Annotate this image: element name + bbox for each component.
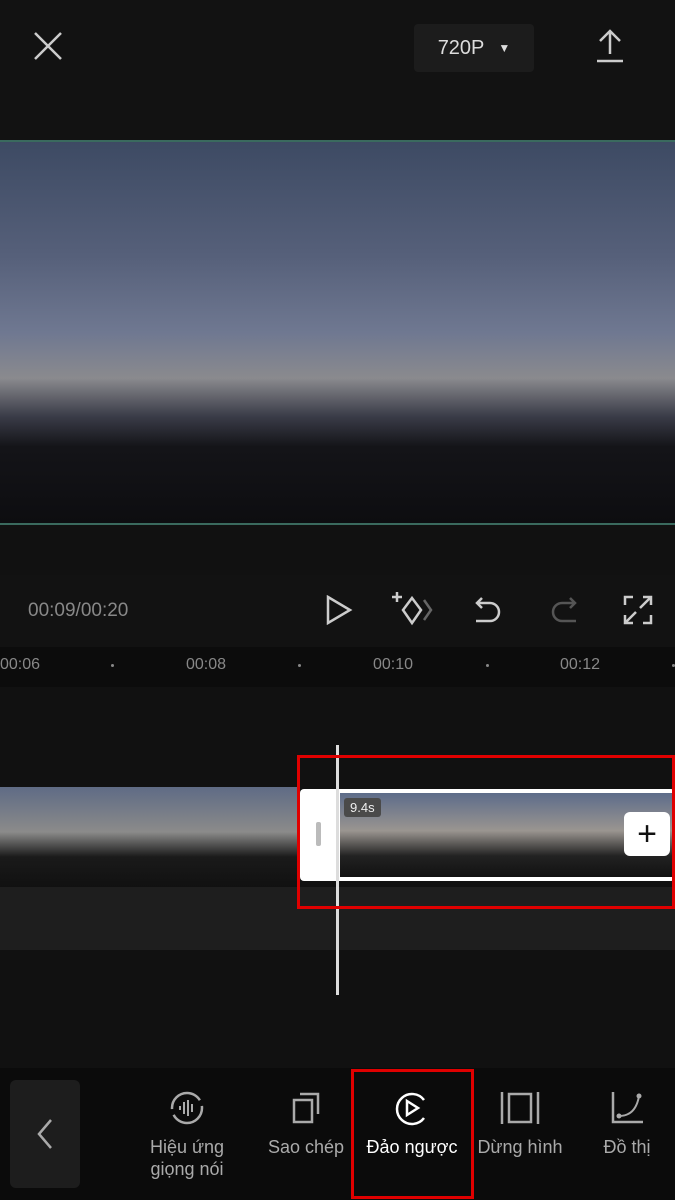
tool-curve[interactable]: Đồ thị: [572, 1090, 675, 1158]
chevron-left-icon: [37, 1119, 52, 1149]
video-preview[interactable]: [0, 140, 675, 525]
tool-copy[interactable]: Sao chép: [251, 1090, 361, 1158]
play-icon[interactable]: [325, 594, 353, 630]
ruler-dot: [111, 664, 114, 667]
tool-label: Dừng hình: [477, 1137, 563, 1157]
export-icon[interactable]: [594, 28, 626, 69]
copy-icon: [292, 1092, 320, 1124]
ruler-dot: [298, 664, 301, 667]
highlight-box-clip: [297, 755, 675, 909]
top-bar: [0, 0, 675, 140]
resolution-dropdown[interactable]: 720P ▼: [414, 24, 534, 72]
ruler-tick: 00:08: [186, 656, 227, 673]
tool-label: Đồ thị: [603, 1137, 651, 1157]
back-button[interactable]: [10, 1080, 80, 1188]
caret-down-icon: ▼: [498, 41, 511, 55]
voice-effect-icon: [170, 1091, 204, 1125]
highlight-box-reverse: [351, 1069, 474, 1199]
tool-label: giọng nói: [150, 1159, 224, 1179]
tool-freeze[interactable]: Dừng hình: [465, 1090, 575, 1158]
close-icon[interactable]: [32, 30, 64, 67]
ruler-tick: 00:06: [0, 656, 41, 673]
redo-icon[interactable]: [548, 595, 580, 630]
freeze-icon: [500, 1092, 540, 1124]
add-keyframe-icon[interactable]: [390, 590, 436, 633]
ruler-tick: 00:10: [373, 656, 414, 673]
time-display: 00:09/00:20: [28, 600, 129, 621]
tool-label: Hiệu ứng: [149, 1137, 225, 1157]
resolution-label: 720P: [437, 36, 485, 59]
curve-icon: [611, 1092, 643, 1124]
tool-label: Sao chép: [267, 1137, 345, 1157]
video-clip-previous[interactable]: [0, 787, 300, 887]
tool-voice-effect[interactable]: Hiệu ứng giọng nói: [132, 1090, 242, 1180]
ruler-tick: 00:12: [560, 656, 601, 673]
ruler-dot: [486, 664, 489, 667]
fullscreen-icon[interactable]: [623, 595, 653, 630]
undo-icon[interactable]: [472, 595, 504, 630]
